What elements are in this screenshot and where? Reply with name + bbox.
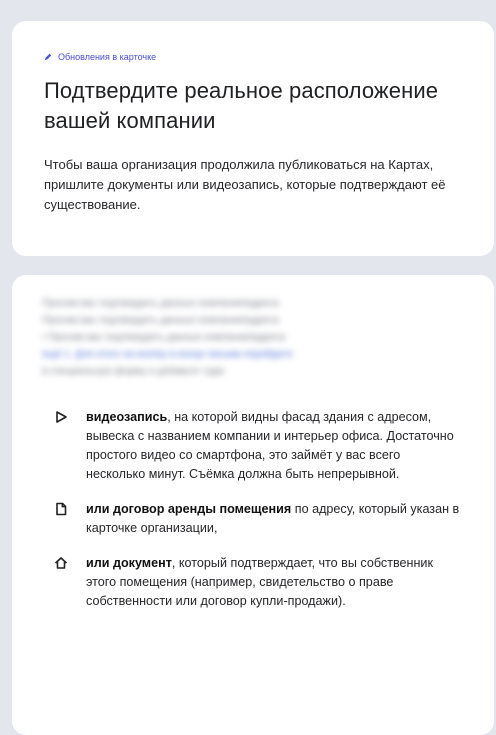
lead-text: Чтобы ваша организация продолжила публик… (44, 157, 446, 212)
document-icon (56, 502, 67, 516)
list-item-lease: или договор аренды помещения по адресу, … (44, 500, 462, 538)
requirements-card: Просим вас подтвердить данные компании/а… (12, 275, 494, 735)
item-bold: или документ (86, 556, 172, 570)
list-item-video: видеозапись, на которой видны фасад здан… (44, 408, 462, 484)
pencil-icon (44, 53, 52, 61)
item-bold: видеозапись (86, 410, 168, 424)
tag-label: Обновления в карточке (58, 52, 157, 62)
play-icon (56, 411, 67, 423)
item-bold: или договор аренды помещения (86, 502, 292, 516)
home-icon (54, 557, 68, 569)
update-tag: Обновления в карточке (44, 52, 462, 62)
list-item-ownership: или документ, который подтверждает, что … (44, 554, 462, 611)
blurred-line: Просим вас подтвердить данные компании/а… (42, 298, 279, 309)
blurred-line: ещё 1. Для этого на кнопку в конце письм… (42, 349, 293, 360)
requirements-list: видеозапись, на которой видны фасад здан… (44, 408, 462, 611)
blurred-line: Просим вас подтвердить данные компании/а… (42, 315, 279, 326)
update-card: Обновления в карточке Подтвердите реальн… (12, 21, 494, 256)
blurred-line: • Просим вас подтвердить данные компании… (42, 332, 286, 343)
blurred-line: в специальную форму и добавьте туда: (42, 366, 226, 377)
blurred-intro: Просим вас подтвердить данные компании/а… (42, 295, 462, 380)
page-title: Подтвердите реальное расположение вашей … (44, 78, 439, 133)
